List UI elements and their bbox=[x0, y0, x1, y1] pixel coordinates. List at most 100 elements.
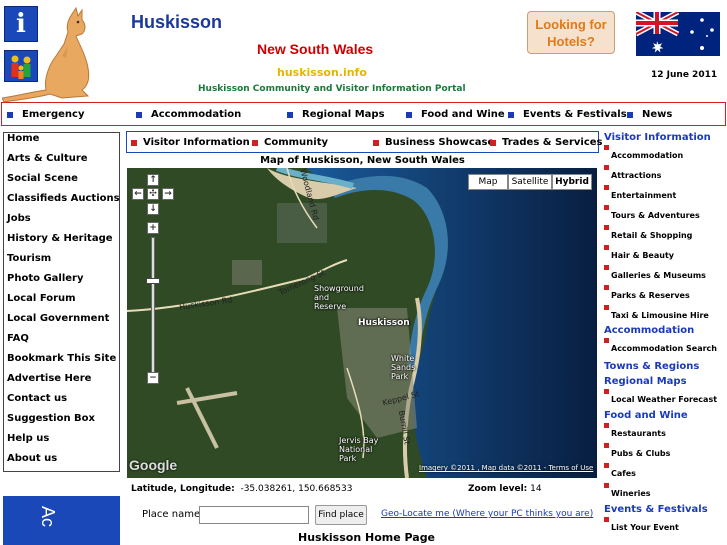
bullet-icon bbox=[604, 285, 609, 290]
pan-left-icon[interactable]: ← bbox=[132, 188, 144, 200]
pan-right-icon[interactable]: → bbox=[162, 188, 174, 200]
bullet-icon bbox=[604, 423, 609, 428]
bullet-icon bbox=[490, 139, 496, 146]
rightmenu-galleries-museums[interactable]: Galleries & Museums bbox=[602, 264, 727, 284]
rightmenu-hair-beauty[interactable]: Hair & Beauty bbox=[602, 244, 727, 264]
zoom-slider-handle[interactable] bbox=[146, 278, 160, 284]
leftmenu-photo-gallery[interactable]: Photo Gallery bbox=[4, 273, 119, 293]
bullet-icon bbox=[604, 225, 609, 230]
pan-center-icon[interactable]: ✣ bbox=[147, 188, 159, 200]
maptype-hybrid-button[interactable]: Hybrid bbox=[552, 174, 592, 190]
google-map[interactable]: Map Satellite Hybrid ↑ ← ✣ → ↓ + − Huski… bbox=[127, 168, 597, 478]
subnav-business-showcase[interactable]: Business Showcase bbox=[373, 137, 494, 148]
leftmenu-help-us[interactable]: Help us bbox=[4, 433, 119, 453]
rightmenu-regional-maps-header[interactable]: Regional Maps bbox=[604, 375, 727, 388]
topnav-news[interactable]: News bbox=[627, 109, 672, 120]
place-name-label: Place name: bbox=[142, 509, 204, 520]
advertise-banner[interactable]: Ac bbox=[3, 496, 120, 545]
leftmenu-local-government[interactable]: Local Government bbox=[4, 313, 119, 333]
zoom-in-icon[interactable]: + bbox=[147, 222, 159, 234]
leftmenu-faq[interactable]: FAQ bbox=[4, 333, 119, 353]
maptype-map-button[interactable]: Map bbox=[468, 174, 508, 190]
leftmenu-contact[interactable]: Contact us bbox=[4, 393, 119, 413]
rightmenu-accommodation-header[interactable]: Accommodation bbox=[604, 324, 727, 337]
rightmenu-events-header[interactable]: Events & Festivals bbox=[604, 503, 727, 516]
map-label-white-sands: White Sands Park bbox=[391, 354, 416, 381]
rightmenu-weather[interactable]: Local Weather Forecast bbox=[602, 388, 727, 408]
bullet-icon bbox=[373, 139, 379, 146]
leftmenu-local-forum[interactable]: Local Forum bbox=[4, 293, 119, 313]
topnav-accommodation[interactable]: Accommodation bbox=[136, 109, 241, 120]
site-title[interactable]: Huskisson bbox=[131, 12, 222, 33]
rightmenu-tours-adventures[interactable]: Tours & Adventures bbox=[602, 204, 727, 224]
rightmenu-entertainment[interactable]: Entertainment bbox=[602, 184, 727, 204]
bullet-icon bbox=[131, 139, 137, 146]
topnav-food-wine[interactable]: Food and Wine bbox=[406, 109, 505, 120]
leftmenu-suggestion-box[interactable]: Suggestion Box bbox=[4, 413, 119, 433]
pan-down-icon[interactable]: ↓ bbox=[147, 203, 159, 215]
rightmenu-retail-shopping[interactable]: Retail & Shopping bbox=[602, 224, 727, 244]
leftmenu-bookmark[interactable]: Bookmark This Site bbox=[4, 353, 119, 373]
site-tagline: Huskisson Community and Visitor Informat… bbox=[198, 84, 466, 94]
zoom-level-readout: Zoom level: 14 bbox=[468, 484, 542, 494]
subnav-trades-services[interactable]: Trades & Services bbox=[490, 137, 603, 148]
leftmenu-about-us[interactable]: About us bbox=[4, 453, 119, 473]
zoom-slider-track[interactable] bbox=[151, 237, 155, 373]
top-navigation: Emergency Accommodation Regional Maps Fo… bbox=[1, 102, 726, 126]
leftmenu-history-heritage[interactable]: History & Heritage bbox=[4, 233, 119, 253]
place-name-input[interactable] bbox=[199, 506, 309, 524]
find-place-button[interactable]: Find place bbox=[315, 505, 367, 525]
map-imagery-credit[interactable]: Imagery ©2011 , Map data ©2011 - Terms o… bbox=[419, 464, 593, 472]
subnav-visitor-information[interactable]: Visitor Information bbox=[131, 137, 250, 148]
rightmenu-towns-header[interactable]: Towns & Regions bbox=[604, 360, 727, 373]
rightmenu-pubs-clubs[interactable]: Pubs & Clubs bbox=[602, 442, 727, 462]
leftmenu-advertise[interactable]: Advertise Here bbox=[4, 373, 119, 393]
rightmenu-visitor-info-header[interactable]: Visitor Information bbox=[604, 131, 727, 144]
rightmenu-accommodation[interactable]: Accommodation bbox=[602, 144, 727, 164]
topnav-emergency[interactable]: Emergency bbox=[7, 109, 84, 120]
pan-up-icon[interactable]: ↑ bbox=[147, 174, 159, 186]
rightmenu-accommodation-search[interactable]: Accommodation Search bbox=[602, 337, 727, 357]
banner-text: Ac bbox=[38, 506, 58, 528]
home-page-title: Huskisson Home Page bbox=[298, 531, 436, 544]
right-menu: Visitor Information Accommodation Attrac… bbox=[602, 131, 727, 536]
bullet-icon bbox=[604, 338, 609, 343]
topnav-events-festivals[interactable]: Events & Festivals bbox=[508, 109, 627, 120]
leftmenu-social-scene[interactable]: Social Scene bbox=[4, 173, 119, 193]
rightmenu-restaurants[interactable]: Restaurants bbox=[602, 422, 727, 442]
bullet-icon bbox=[604, 205, 609, 210]
rightmenu-parks-reserves[interactable]: Parks & Reserves bbox=[602, 284, 727, 304]
zoom-out-icon[interactable]: − bbox=[147, 372, 159, 384]
bullet-icon bbox=[604, 463, 609, 468]
rightmenu-attractions[interactable]: Attractions bbox=[602, 164, 727, 184]
bullet-icon bbox=[604, 517, 609, 522]
hotels-button[interactable]: Looking for Hotels? bbox=[527, 11, 615, 54]
map-title: Map of Huskisson, New South Wales bbox=[260, 155, 465, 166]
leftmenu-arts-culture[interactable]: Arts & Culture bbox=[4, 153, 119, 173]
subnav-community[interactable]: Community bbox=[252, 137, 328, 148]
leftmenu-tourism[interactable]: Tourism bbox=[4, 253, 119, 273]
map-label-huskisson: Huskisson bbox=[358, 318, 410, 328]
leftmenu-classifieds[interactable]: Classifieds Auctions bbox=[4, 193, 120, 213]
rightmenu-taxi-limousine[interactable]: Taxi & Limousine Hire bbox=[602, 304, 727, 324]
map-label-showground: Showground and Reserve bbox=[314, 284, 364, 311]
maptype-satellite-button[interactable]: Satellite bbox=[508, 174, 552, 190]
rightmenu-wineries[interactable]: Wineries bbox=[602, 482, 727, 502]
rightmenu-food-header[interactable]: Food and Wine bbox=[604, 409, 727, 422]
geolocate-link[interactable]: Geo-Locate me (Where your PC thinks you … bbox=[381, 509, 593, 519]
topnav-regional-maps[interactable]: Regional Maps bbox=[287, 109, 385, 120]
bullet-icon bbox=[627, 111, 633, 118]
bullet-icon bbox=[604, 165, 609, 170]
leftmenu-home[interactable]: Home bbox=[4, 133, 119, 153]
map-label-jervis-bay: Jervis Bay National Park bbox=[339, 436, 379, 463]
rightmenu-cafes[interactable]: Cafes bbox=[602, 462, 727, 482]
google-logo[interactable]: Google bbox=[129, 457, 177, 473]
bullet-icon bbox=[7, 111, 13, 118]
bullet-icon bbox=[508, 111, 514, 118]
leftmenu-jobs[interactable]: Jobs bbox=[4, 213, 119, 233]
rightmenu-list-event[interactable]: List Your Event bbox=[602, 516, 727, 536]
kangaroo-logo bbox=[2, 6, 90, 102]
current-date: 12 June 2011 bbox=[651, 70, 718, 80]
bullet-icon bbox=[252, 139, 258, 146]
bullet-icon bbox=[604, 245, 609, 250]
